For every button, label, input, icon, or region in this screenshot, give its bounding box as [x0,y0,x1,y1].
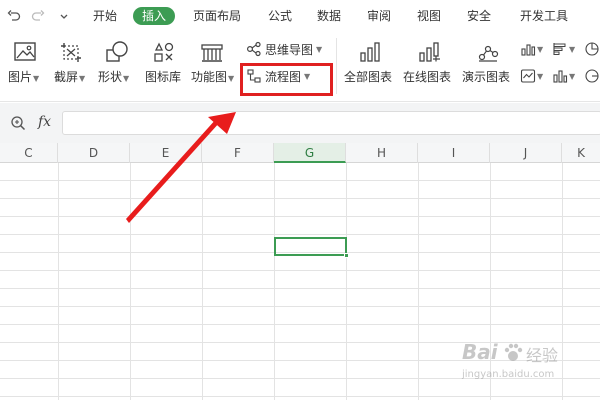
watermark-brand: Bai [462,340,498,364]
column-header-h[interactable]: H [346,143,418,163]
tab-security[interactable]: 安全 [467,7,491,25]
paw-icon [502,342,524,367]
online-charts-button[interactable]: 在线图表 [402,32,456,102]
fill-handle[interactable] [344,253,349,258]
column-header-c[interactable]: C [0,143,58,163]
mind-map-button[interactable]: 思维导图 ▼ [246,39,322,59]
screenshot-button[interactable]: 截屏▼ [54,32,94,102]
formula-bar: fx [0,103,600,143]
online-charts-label: 在线图表 [403,70,452,84]
line-chart-icon [520,68,536,84]
stock-chart-dropdown[interactable]: ▼ [552,66,575,86]
column-chart-icon [520,41,536,57]
quick-access-dropdown-icon[interactable] [56,8,72,24]
shape-icon [104,40,130,64]
flowchart-highlight-box [240,63,333,96]
watermark-brand-suffix: 经验 [526,346,559,365]
undo-icon[interactable] [6,8,22,24]
watermark-url: jingyan.baidu.com [462,369,555,380]
menu-bar: 开始 插入 页面布局 公式 数据 审阅 视图 安全 开发工具 [0,0,600,32]
column-header-e[interactable]: E [130,143,202,163]
tab-insert[interactable]: 插入 [133,7,176,25]
shape-label: 形状 [98,70,123,84]
icon-library-label: 图标库 [145,70,182,84]
column-header-row: C D E F G H I J K [0,143,600,163]
column-header-g[interactable]: G [274,143,346,163]
picture-label: 图片 [8,70,33,84]
formula-input[interactable] [62,111,600,135]
function-chart-icon [199,40,225,64]
tab-data[interactable]: 数据 [317,7,341,25]
tab-review[interactable]: 审阅 [367,7,391,25]
icon-library-button[interactable]: 图标库 [143,32,185,102]
tab-formulas[interactable]: 公式 [268,7,292,25]
column-header-k[interactable]: K [562,143,600,163]
shape-button[interactable]: 形状▼ [98,32,138,102]
line-chart-dropdown[interactable]: ▼ [520,66,543,86]
demo-chart-icon [475,40,501,64]
demo-charts-label: 演示图表 [462,70,511,84]
tab-home[interactable]: 开始 [93,7,117,25]
all-charts-label: 全部图表 [344,70,393,84]
radar-chart-dropdown[interactable] [584,66,600,86]
baidu-jingyan-watermark: Bai 经验 jingyan.baidu.com [462,340,582,388]
bar-chart-dropdown[interactable]: ▼ [552,39,575,59]
active-cell[interactable] [274,237,349,258]
demo-charts-button[interactable]: 演示图表 [461,32,515,102]
picture-button[interactable]: 图片▼ [8,32,48,102]
column-chart-dropdown[interactable]: ▼ [520,39,543,59]
zoom-icon[interactable] [10,115,26,131]
icon-library-icon [151,40,177,64]
tab-view[interactable]: 视图 [417,7,441,25]
column-header-i[interactable]: I [418,143,490,163]
function-chart-button[interactable]: 功能图▼ [191,32,241,102]
pie-chart-icon [584,41,600,57]
mind-map-label: 思维导图 [265,42,314,57]
function-chart-label: 功能图 [191,70,228,84]
horizontal-bar-chart-icon [552,41,568,57]
stock-chart-icon [552,68,568,84]
tab-page-layout[interactable]: 页面布局 [193,7,241,25]
radar-chart-icon [584,68,600,84]
column-header-f[interactable]: F [202,143,274,163]
bar-chart-icon [357,40,383,64]
ribbon-divider [336,38,337,94]
all-charts-button[interactable]: 全部图表 [343,32,397,102]
online-chart-icon [416,40,442,64]
redo-icon[interactable] [30,8,46,24]
fx-icon[interactable]: fx [38,114,51,130]
column-header-j[interactable]: J [490,143,562,163]
column-header-d[interactable]: D [58,143,130,163]
pie-chart-dropdown[interactable] [584,39,600,59]
tab-developer-tools[interactable]: 开发工具 [520,7,568,25]
picture-icon [12,40,38,64]
mind-map-icon [246,41,262,57]
screenshot-label: 截屏 [54,70,79,84]
screenshot-icon [58,40,84,64]
